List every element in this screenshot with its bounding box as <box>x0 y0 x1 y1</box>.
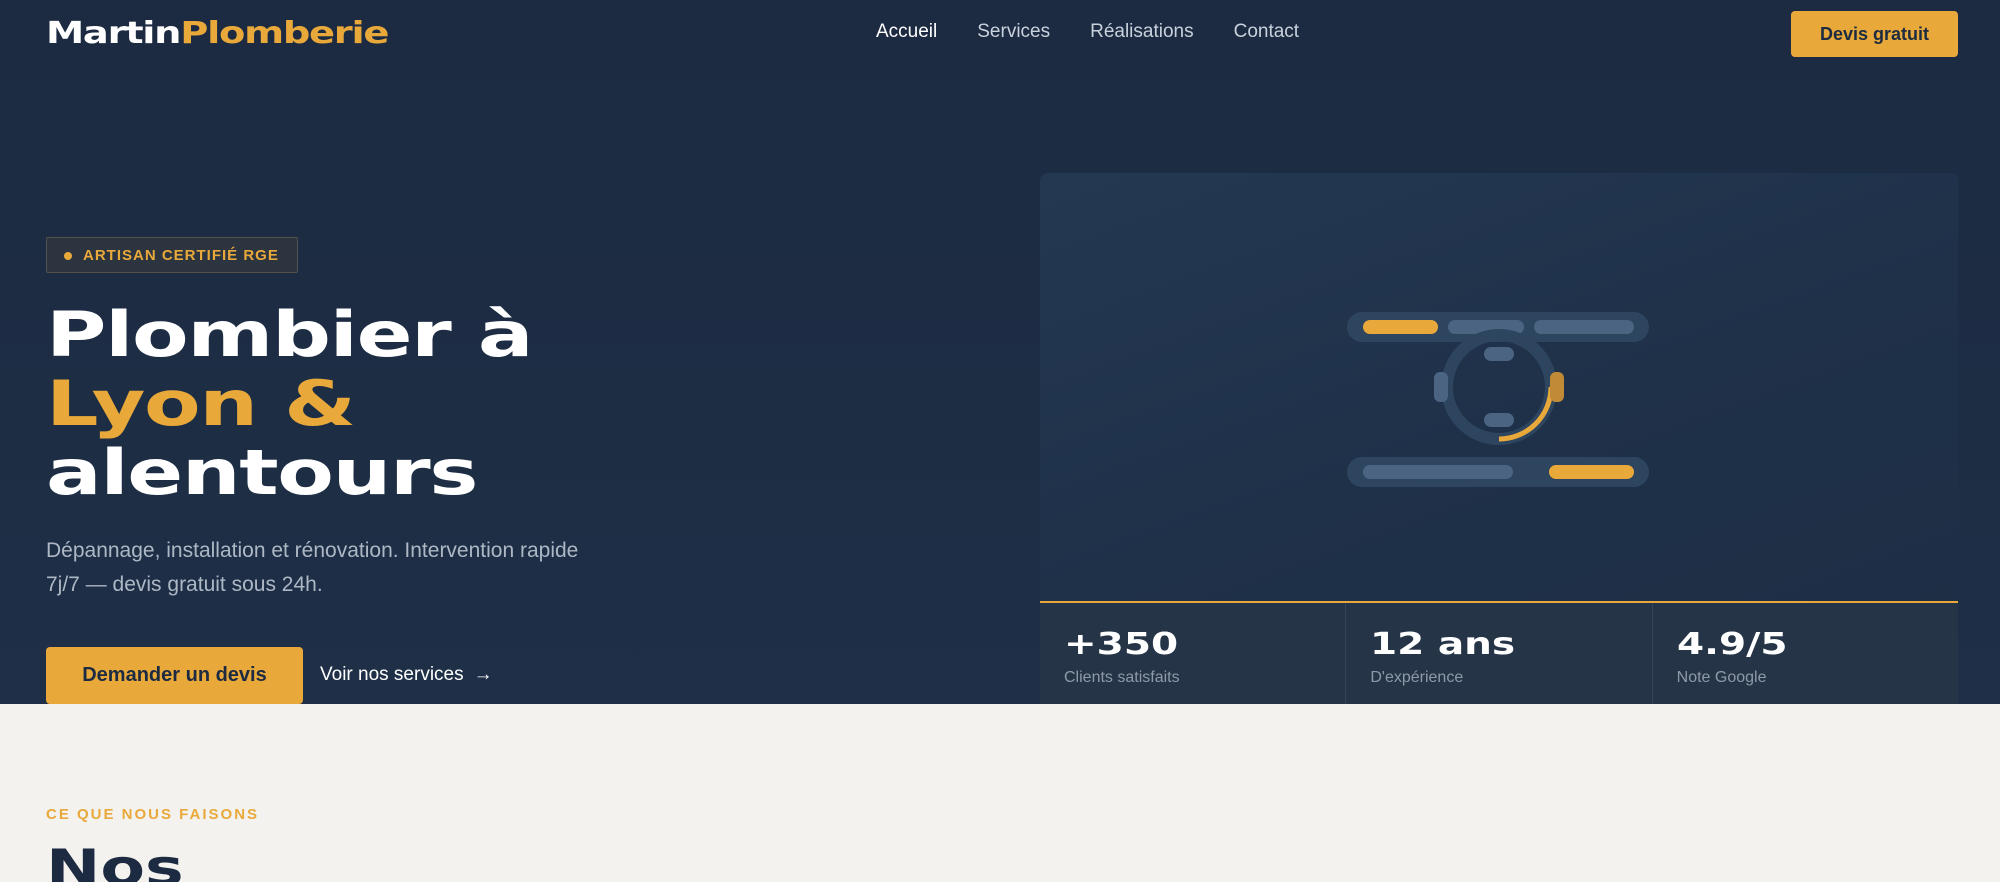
stat-label: D'expérience <box>1370 669 1464 686</box>
nav-contact[interactable]: Contact <box>1234 21 1299 43</box>
request-quote-button[interactable]: Demander un devis <box>46 647 303 704</box>
hero-section: MartinPlomberie Accueil Services Réalisa… <box>0 0 2000 704</box>
stat-clients: +350 Clients satisfaits <box>1040 603 1347 704</box>
stat-experience: 12 ans D'expérience <box>1346 603 1653 704</box>
stat-label: Note Google <box>1676 669 1767 686</box>
hero-title-line-2: Lyon & <box>46 367 356 440</box>
logo-part-2: Plomberie <box>180 16 389 51</box>
badge-dot-icon <box>64 252 72 260</box>
hero-title: Plombier à Lyon & alentours <box>46 298 534 509</box>
logo-part-1: Martin <box>46 16 182 51</box>
nav-accueil[interactable]: Accueil <box>876 21 937 43</box>
hero-title-line-3: alentours <box>46 436 478 509</box>
stat-value: 4.9/5 <box>1676 627 1788 662</box>
certification-badge: ARTISAN CERTIFIÉ RGE <box>46 237 298 273</box>
nav-services[interactable]: Services <box>977 21 1050 43</box>
free-quote-button[interactable]: Devis gratuit <box>1791 11 1958 57</box>
section-title: Nos <box>46 839 184 882</box>
services-section: CE QUE NOUS FAISONS Nos <box>0 704 2000 882</box>
badge-label: ARTISAN CERTIFIÉ RGE <box>83 246 279 264</box>
nav-realisations[interactable]: Réalisations <box>1090 21 1194 43</box>
hero-illustration-card <box>1040 173 1958 603</box>
arrow-right-icon: → <box>473 664 493 685</box>
see-services-label: Voir nos services <box>320 664 464 685</box>
stat-label: Clients satisfaits <box>1064 669 1180 686</box>
hero-lead: Dépannage, installation et rénovation. I… <box>46 539 579 596</box>
main-nav: Accueil Services Réalisations Contact <box>876 21 1299 43</box>
stats-bar: +350 Clients satisfaits 12 ans D'expérie… <box>1040 601 1958 704</box>
stat-google-rating: 4.9/5 Note Google <box>1653 603 1958 704</box>
hero-title-line-1: Plombier à <box>46 298 534 371</box>
site-logo[interactable]: MartinPlomberie <box>46 16 389 51</box>
section-eyebrow: CE QUE NOUS FAISONS <box>46 806 260 823</box>
see-services-link[interactable]: Voir nos services → <box>320 664 493 686</box>
support-headset-icon <box>1347 312 1649 487</box>
